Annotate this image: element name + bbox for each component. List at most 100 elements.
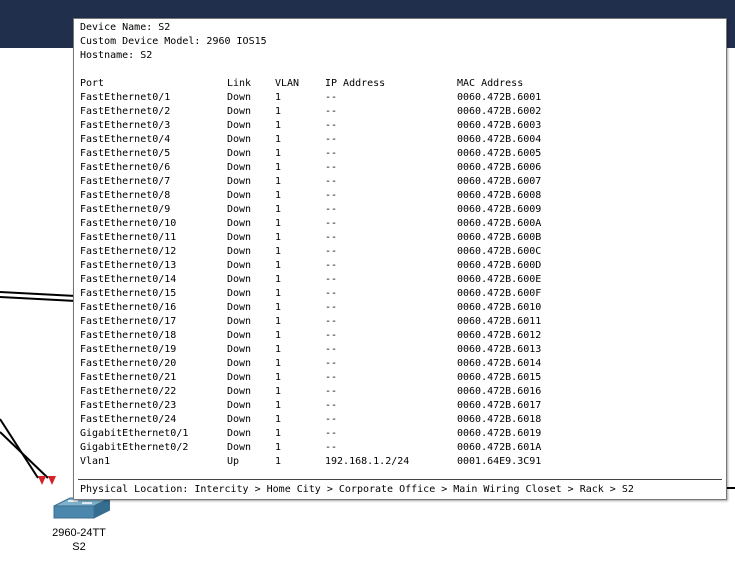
table-row: FastEthernet0/22 Down 1 -- 0060.472B.6016 [80, 385, 720, 399]
cell-ip: -- [325, 274, 338, 285]
cell-port: FastEthernet0/11 [80, 232, 177, 243]
table-row: FastEthernet0/23 Down 1 -- 0060.472B.6017 [80, 399, 720, 413]
cell-ip: -- [325, 358, 338, 369]
cell-port: FastEthernet0/24 [80, 414, 177, 425]
cell-link: Down [227, 120, 252, 131]
cell-mac: 0060.472B.6016 [457, 386, 542, 397]
header-mac-address: MAC Address [457, 78, 524, 89]
cell-ip: -- [325, 386, 338, 397]
cell-mac: 0060.472B.6008 [457, 190, 542, 201]
cell-vlan: 1 [275, 218, 282, 229]
cell-mac: 0060.472B.6009 [457, 204, 542, 215]
cell-port: FastEthernet0/1 [80, 92, 171, 103]
cell-port: FastEthernet0/20 [80, 358, 177, 369]
cell-link: Down [227, 92, 252, 103]
cell-port: FastEthernet0/21 [80, 372, 177, 383]
cell-port: FastEthernet0/15 [80, 288, 177, 299]
cell-vlan: 1 [275, 274, 282, 285]
cell-vlan: 1 [275, 400, 282, 411]
cell-vlan: 1 [275, 330, 282, 341]
cell-ip: -- [325, 218, 338, 229]
cell-link: Up [227, 456, 240, 467]
port-table-header: Port Link VLAN IP Address MAC Address [80, 77, 720, 91]
cell-vlan: 1 [275, 232, 282, 243]
cell-port: FastEthernet0/13 [80, 260, 177, 271]
table-row: FastEthernet0/20 Down 1 -- 0060.472B.6014 [80, 357, 720, 371]
header-vlan: VLAN [275, 78, 300, 89]
cell-mac: 0060.472B.601A [457, 442, 542, 453]
cell-ip: -- [325, 302, 338, 313]
cell-link: Down [227, 442, 252, 453]
cell-ip: -- [325, 232, 338, 243]
cell-vlan: 1 [275, 148, 282, 159]
cell-vlan: 1 [275, 414, 282, 425]
cell-ip: -- [325, 120, 338, 131]
table-row: FastEthernet0/3 Down 1 -- 0060.472B.6003 [80, 119, 720, 133]
cell-port: FastEthernet0/16 [80, 302, 177, 313]
table-row: FastEthernet0/10 Down 1 -- 0060.472B.600A [80, 217, 720, 231]
cell-mac: 0060.472B.6018 [457, 414, 542, 425]
cell-mac: 0060.472B.6015 [457, 372, 542, 383]
cell-link: Down [227, 358, 252, 369]
cell-mac: 0060.472B.6006 [457, 162, 542, 173]
cell-mac: 0060.472B.600D [457, 260, 542, 271]
cell-ip: -- [325, 204, 338, 215]
table-row: GigabitEthernet0/1 Down 1 -- 0060.472B.6019 [80, 427, 720, 441]
cell-port: FastEthernet0/4 [80, 134, 171, 145]
table-row: FastEthernet0/13 Down 1 -- 0060.472B.600D [80, 259, 720, 273]
table-row: FastEthernet0/6 Down 1 -- 0060.472B.6006 [80, 161, 720, 175]
cell-vlan: 1 [275, 386, 282, 397]
cell-ip: -- [325, 414, 338, 425]
cell-link: Down [227, 302, 252, 313]
cell-vlan: 1 [275, 134, 282, 145]
cell-link: Down [227, 148, 252, 159]
location-separator [78, 479, 722, 480]
cell-port: FastEthernet0/18 [80, 330, 177, 341]
cell-mac: 0060.472B.6017 [457, 400, 542, 411]
cell-ip: -- [325, 246, 338, 257]
table-row: FastEthernet0/4 Down 1 -- 0060.472B.6004 [80, 133, 720, 147]
cable-2 [0, 418, 39, 479]
cell-link: Down [227, 204, 252, 215]
cell-ip: -- [325, 330, 338, 341]
table-row: FastEthernet0/14 Down 1 -- 0060.472B.600E [80, 273, 720, 287]
cell-vlan: 1 [275, 92, 282, 103]
cell-mac: 0060.472B.6002 [457, 106, 542, 117]
cell-mac: 0060.472B.600E [457, 274, 542, 285]
cell-port: FastEthernet0/2 [80, 106, 171, 117]
cell-ip: 192.168.1.2/24 [325, 456, 410, 467]
cell-vlan: 1 [275, 120, 282, 131]
cell-port: FastEthernet0/3 [80, 120, 171, 131]
table-row: FastEthernet0/15 Down 1 -- 0060.472B.600F [80, 287, 720, 301]
table-row: Vlan1 Up 1 192.168.1.2/24 0001.64E9.3C91 [80, 455, 720, 469]
cell-link: Down [227, 106, 252, 117]
cell-link: Down [227, 246, 252, 257]
cell-mac: 0001.64E9.3C91 [457, 456, 542, 467]
cell-ip: -- [325, 316, 338, 327]
cell-port: FastEthernet0/10 [80, 218, 177, 229]
cell-link: Down [227, 386, 252, 397]
cell-mac: 0060.472B.600A [457, 218, 542, 229]
cell-port: FastEthernet0/5 [80, 148, 171, 159]
cell-vlan: 1 [275, 302, 282, 313]
cell-vlan: 1 [275, 358, 282, 369]
cable-1 [0, 291, 77, 297]
hostname-line: Hostname: S2 [80, 50, 153, 61]
table-row: FastEthernet0/16 Down 1 -- 0060.472B.6010 [80, 301, 720, 315]
cell-link: Down [227, 274, 252, 285]
cell-mac: 0060.472B.6014 [457, 358, 542, 369]
cell-link: Down [227, 400, 252, 411]
switch-model-label: 2960-24TT [52, 527, 106, 539]
cell-port: GigabitEthernet0/1 [80, 428, 189, 439]
table-row: FastEthernet0/19 Down 1 -- 0060.472B.6013 [80, 343, 720, 357]
cell-mac: 0060.472B.6011 [457, 316, 542, 327]
cell-mac: 0060.472B.6004 [457, 134, 542, 145]
cell-ip: -- [325, 162, 338, 173]
table-row: FastEthernet0/21 Down 1 -- 0060.472B.6015 [80, 371, 720, 385]
cell-vlan: 1 [275, 442, 282, 453]
cell-mac: 0060.472B.6007 [457, 176, 542, 187]
cell-ip: -- [325, 344, 338, 355]
cell-mac: 0060.472B.6003 [457, 120, 542, 131]
cell-vlan: 1 [275, 260, 282, 271]
cell-link: Down [227, 288, 252, 299]
